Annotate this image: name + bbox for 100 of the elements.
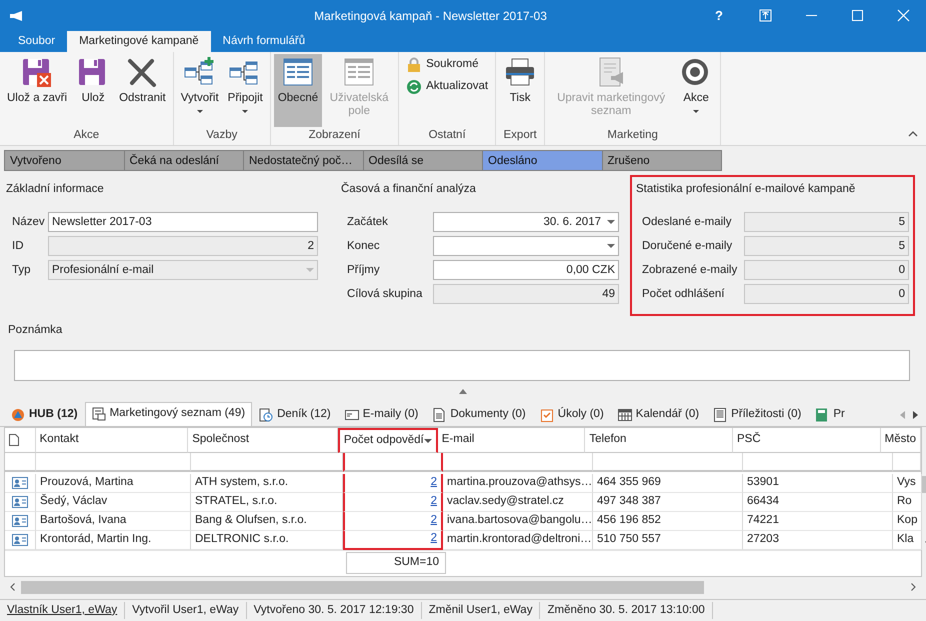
dropdown-field[interactable] xyxy=(433,236,619,256)
caret-icon xyxy=(693,110,700,113)
note-field[interactable] xyxy=(14,350,910,380)
column-header[interactable]: Počet odpovědí xyxy=(338,428,438,452)
stage-step[interactable]: Zrušeno xyxy=(602,150,722,171)
tab[interactable]: Úkoly (0) xyxy=(532,404,611,426)
section-title: Statistika profesionální e-mailové kampaně xyxy=(636,182,856,197)
section-title: Časová a finanční analýza xyxy=(341,181,477,197)
stage-step[interactable]: Odesílá se xyxy=(364,150,483,171)
document-icon xyxy=(713,408,728,422)
stage-step[interactable]: Vytvořeno xyxy=(4,150,124,171)
ribbon-button[interactable]: Aktualizovat xyxy=(402,76,492,98)
contact-card-icon[interactable] xyxy=(12,534,28,546)
ribbon-button[interactable]: Ulož a zavři xyxy=(3,54,72,127)
tab[interactable]: HUB (12) xyxy=(4,404,85,426)
ribbon-tab[interactable]: Soubor xyxy=(6,31,68,52)
column-header[interactable]: Společnost xyxy=(188,428,338,452)
table-cell: Krontorád, Martin Ing. xyxy=(36,530,191,550)
tab[interactable]: Dokumenty (0) xyxy=(425,404,533,426)
dropdown-field[interactable]: 30. 6. 2017 xyxy=(433,212,619,232)
tab[interactable]: Marketingový seznam (49) xyxy=(84,402,252,426)
column-header[interactable]: Město xyxy=(880,428,921,452)
filter-dropdown-icon[interactable] xyxy=(424,438,432,442)
input-field: 5 xyxy=(744,236,909,256)
table-cell: STRATEL, s.r.o. xyxy=(191,492,343,512)
section-title: Základní informace xyxy=(6,182,105,197)
table-cell: 66434 xyxy=(743,492,893,512)
caret-icon xyxy=(607,244,615,248)
ribbon-button[interactable]: Vytvořit xyxy=(176,54,223,127)
input-field[interactable]: Newsletter 2017-03 xyxy=(48,212,318,232)
help-button[interactable]: ? xyxy=(696,0,742,31)
table-cell: 464 355 969 xyxy=(593,474,743,492)
table-cell: 510 750 557 xyxy=(593,530,743,550)
stage-step[interactable]: Odesláno xyxy=(483,150,602,171)
ribbon-button[interactable]: Soukromé xyxy=(402,54,492,76)
group-label: Zobrazení xyxy=(308,128,362,143)
ribbon-tab[interactable]: Návrh formulářů xyxy=(210,31,318,52)
filter-cell[interactable] xyxy=(343,452,443,472)
status-text: Vytvořeno 30. 5. 2017 12:19:30 xyxy=(254,604,414,616)
refresh-icon xyxy=(406,78,422,95)
table-cell: Prouzová, Martina xyxy=(36,474,191,492)
dropdown-field: Profesionální e-mail xyxy=(48,260,318,280)
contact-card-icon[interactable] xyxy=(12,476,28,488)
column-header[interactable]: Telefon xyxy=(585,428,734,452)
table-cell: martin.krontorad@deltroni… xyxy=(443,530,593,550)
input-field: 49 xyxy=(433,284,619,304)
status-link[interactable]: Vlastník User1, eWay xyxy=(7,604,118,616)
contact-card-icon[interactable] xyxy=(12,496,28,508)
scrollbar-thumb[interactable] xyxy=(21,580,704,594)
pin-window-icon[interactable] xyxy=(758,9,772,22)
table-link[interactable]: 2 xyxy=(430,474,437,492)
hub-icon xyxy=(11,408,25,422)
tab[interactable]: Příležitosti (0) xyxy=(706,404,808,426)
ribbon-button[interactable]: Odstranit xyxy=(115,54,170,127)
ribbon-button[interactable]: Ulož xyxy=(72,54,114,127)
ribbon-tab[interactable]: Marketingové kampaně xyxy=(67,31,211,52)
group-label: Export xyxy=(502,128,538,143)
column-header[interactable]: E-mail xyxy=(438,428,586,452)
tab[interactable]: Pr xyxy=(808,404,846,426)
close-icon[interactable] xyxy=(896,9,910,22)
caret-icon xyxy=(242,110,248,113)
tab[interactable]: E-maily (0) xyxy=(338,404,426,426)
ribbon-button[interactable]: Tisk xyxy=(499,54,542,127)
table-cell: ivana.bartosova@bangolu… xyxy=(443,512,593,530)
field-label: Příjmy xyxy=(347,264,380,276)
contact-card-icon[interactable] xyxy=(12,514,28,526)
tab[interactable]: Kalendář (0) xyxy=(610,404,706,426)
field-label: Cílová skupina xyxy=(347,288,422,300)
stage-step[interactable]: Čeká na odeslání xyxy=(124,150,244,171)
field-label: Začátek xyxy=(347,216,388,228)
table-link[interactable]: 2 xyxy=(430,492,437,510)
stage-step[interactable]: Nedostatečný poč… xyxy=(244,150,364,171)
ribbon-button[interactable]: Obecné xyxy=(274,54,322,127)
scroll-right-icon[interactable] xyxy=(911,583,916,591)
caret-icon xyxy=(196,110,203,113)
document-icon xyxy=(432,408,446,422)
scroll-right-icon[interactable] xyxy=(913,410,918,418)
page-icon xyxy=(9,434,19,446)
field-label: Zobrazené e-maily xyxy=(642,264,738,276)
column-header[interactable]: Kontakt xyxy=(36,428,188,452)
window-title: Marketingová kampaň - Newsletter 2017-03 xyxy=(314,8,547,22)
column-header[interactable]: PSČ xyxy=(733,428,881,452)
scroll-left-icon[interactable] xyxy=(10,583,15,591)
field-label: Název xyxy=(12,216,45,228)
group-label: Vazby xyxy=(205,128,238,143)
expand-up-icon[interactable] xyxy=(459,389,467,394)
caret-icon xyxy=(607,220,615,224)
input-field[interactable]: 0,00 CZK xyxy=(433,260,619,280)
maximize-icon[interactable] xyxy=(850,9,864,22)
table-link[interactable]: 2 xyxy=(430,530,437,548)
table-link[interactable]: 2 xyxy=(430,512,437,530)
status-text: Vytvořil User1, eWay xyxy=(132,604,239,616)
ribbon-button[interactable]: Připojit xyxy=(224,54,267,127)
field-label: ID xyxy=(12,240,24,252)
table-cell: ATH system, s.r.o. xyxy=(191,474,343,492)
collapse-icon[interactable] xyxy=(908,131,918,137)
tab[interactable]: Deník (12) xyxy=(252,404,338,426)
table-cell: DELTRONIC s.r.o. xyxy=(191,530,343,550)
megaphone-icon xyxy=(9,10,25,22)
ribbon-button[interactable]: Akce xyxy=(675,54,718,127)
